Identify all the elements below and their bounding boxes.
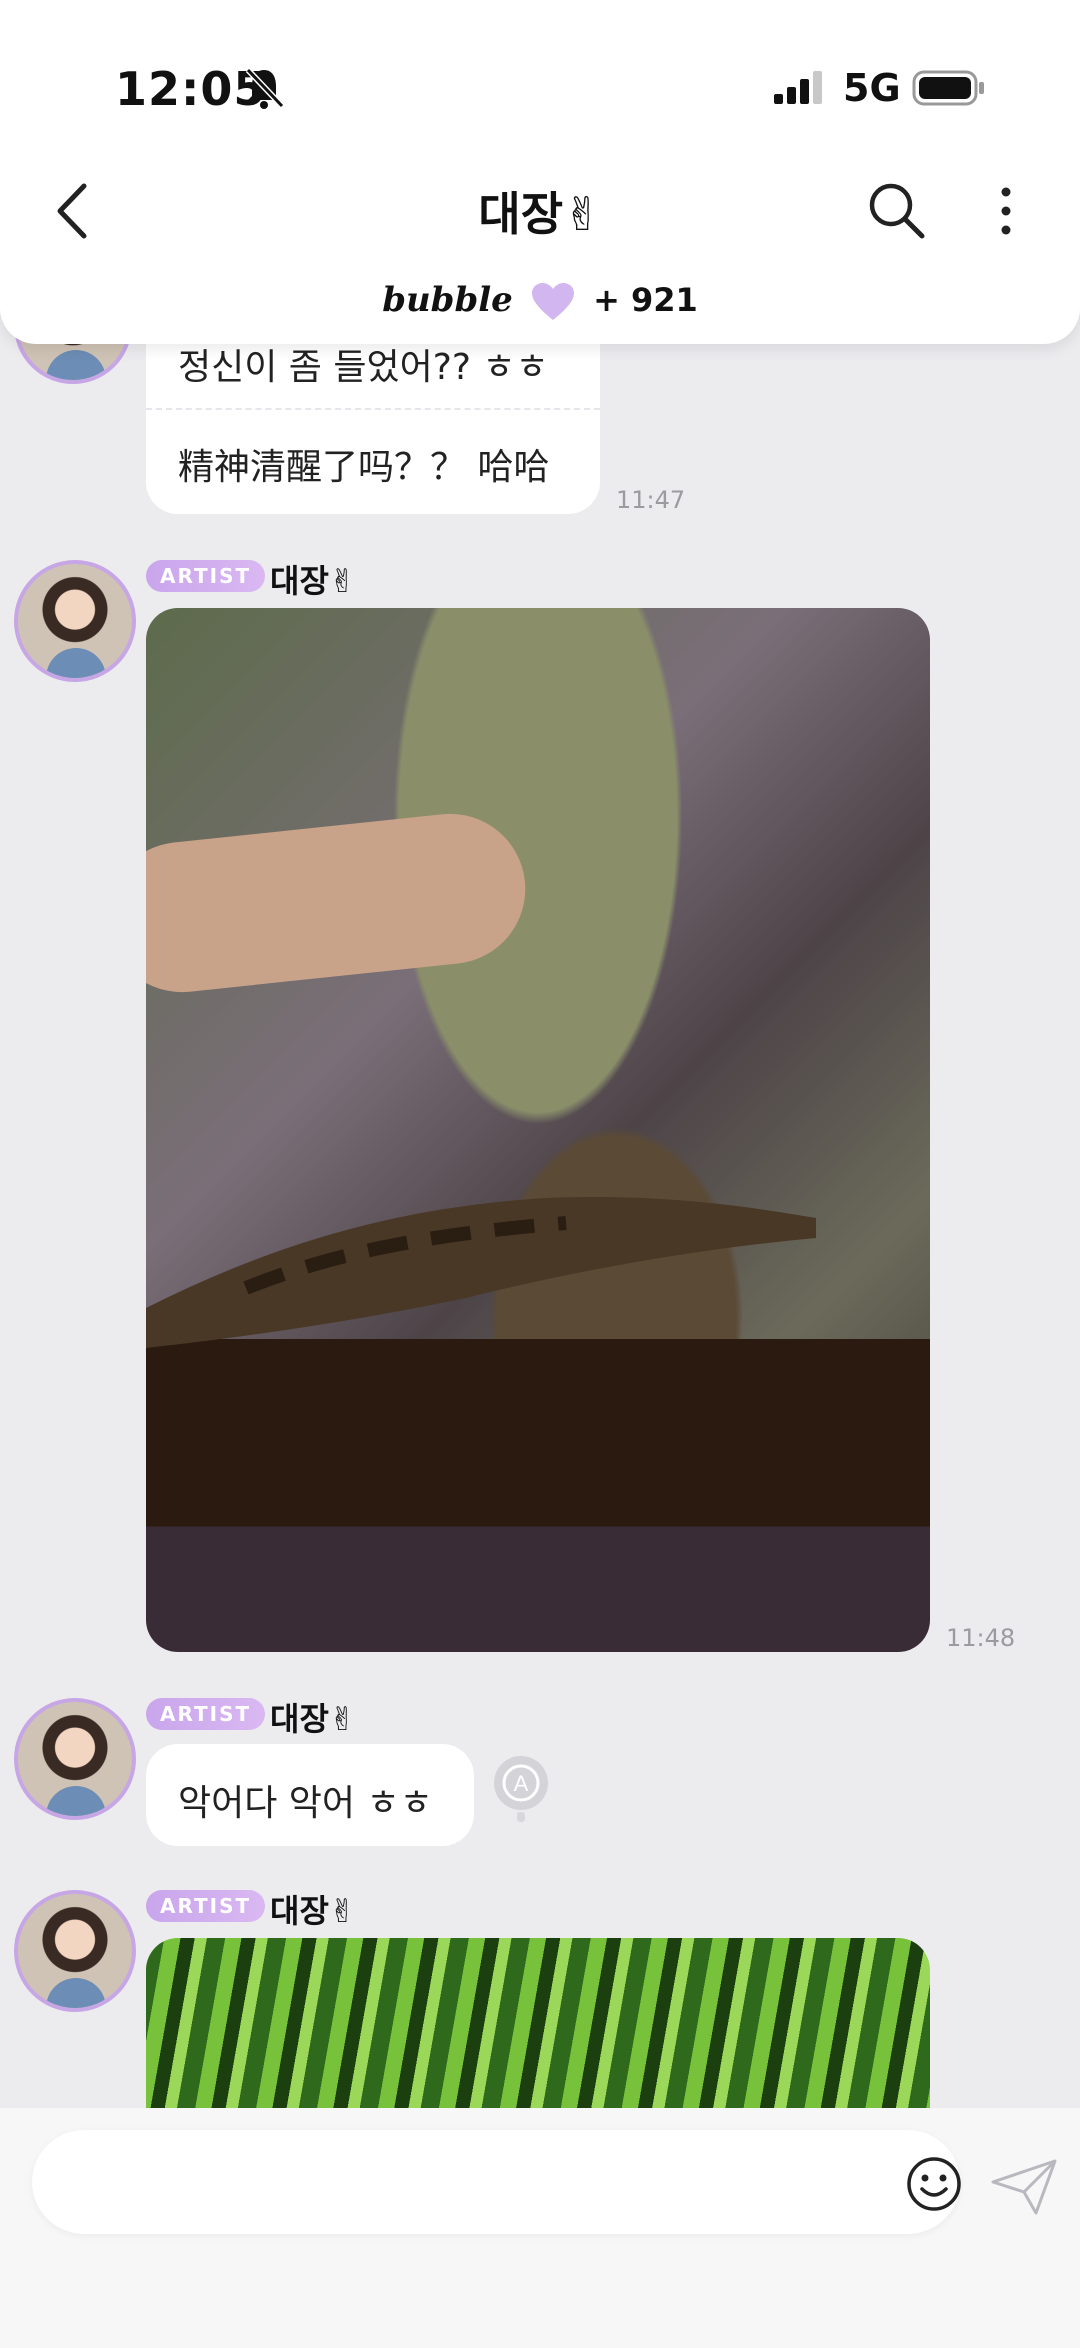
network-type: 5G	[843, 66, 901, 110]
svg-text:A: A	[514, 1771, 529, 1796]
sender-name: 대장✌	[270, 562, 356, 600]
message-text-chinese: 精神清醒了吗？？ 哈哈	[178, 447, 550, 488]
battery-icon	[912, 70, 984, 106]
top-header: 12:05 5G 대장✌ bubble + 921	[0, 0, 1080, 344]
more-icon[interactable]	[996, 186, 1016, 236]
artist-badge: ARTIST	[146, 1890, 266, 1922]
signal-icon	[774, 71, 822, 104]
bubble-count-row: bubble + 921	[0, 280, 1080, 322]
message-bubble[interactable]: 악어다 악어 ㅎㅎ	[146, 1744, 474, 1846]
artist-badge: ARTIST	[146, 1698, 266, 1730]
heart-icon	[531, 283, 574, 320]
message-time: 11:47	[616, 486, 686, 514]
message-composer	[0, 2108, 1080, 2348]
crocodile-shape	[146, 1197, 816, 1348]
bubble-label: bubble	[382, 280, 513, 320]
crocodile-photo[interactable]	[146, 608, 930, 1652]
translate-icon[interactable]: A	[492, 1754, 550, 1824]
avatar[interactable]	[14, 1890, 136, 2012]
search-icon[interactable]	[866, 180, 926, 240]
message-input[interactable]	[72, 2130, 836, 2236]
artist-badge: ARTIST	[146, 560, 266, 592]
message-text: 악어다 악어 ㅎㅎ	[178, 1783, 433, 1824]
finger-shape	[146, 806, 533, 1000]
bell-slash-icon	[245, 67, 284, 109]
smile-icon[interactable]	[904, 2154, 964, 2214]
sender-name: 대장✌	[270, 1892, 356, 1930]
bubble-count: + 921	[593, 281, 698, 319]
message-divider	[146, 408, 600, 410]
send-icon[interactable]	[990, 2158, 1058, 2216]
sender-name: 대장✌	[270, 1700, 356, 1738]
message-input-container[interactable]	[32, 2130, 961, 2236]
message-time: 11:48	[946, 1624, 1016, 1652]
avatar[interactable]	[14, 560, 136, 682]
message-text-korean: 정신이 좀 들었어?? ㅎㅎ	[178, 347, 549, 388]
avatar[interactable]	[14, 1698, 136, 1820]
